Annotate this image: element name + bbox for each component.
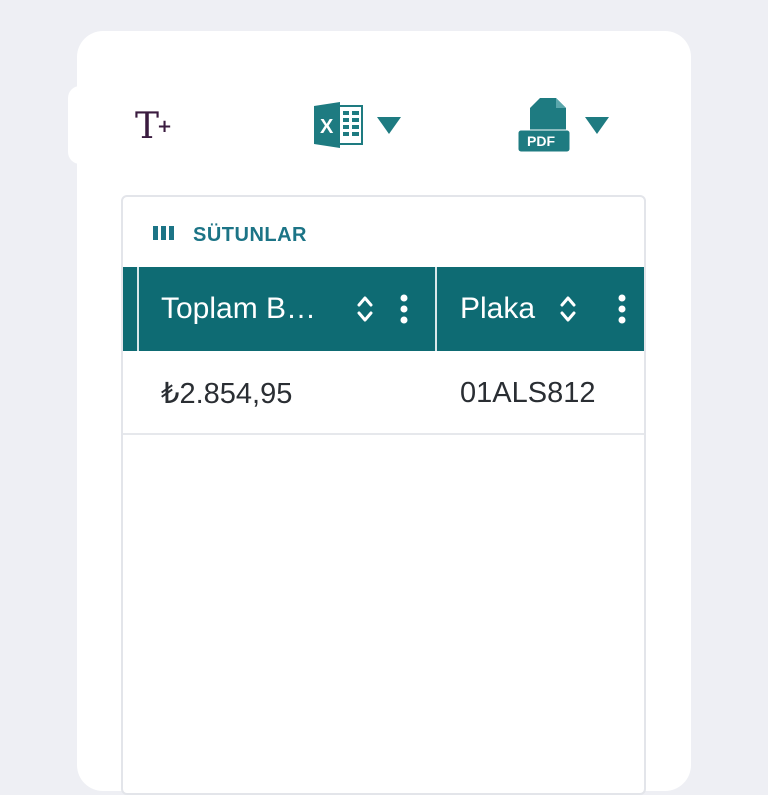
excel-icon: X xyxy=(312,98,366,157)
excel-letter: X xyxy=(320,116,334,138)
toolbar-background xyxy=(68,86,108,164)
columns-button-label: SÜTUNLAR xyxy=(193,224,307,246)
excel-export-button[interactable]: X xyxy=(312,98,402,157)
columns-icon xyxy=(153,225,175,246)
column-header-plaka[interactable]: Plaka xyxy=(460,267,644,351)
grid-header-row: Toplam B… Plaka xyxy=(123,267,644,351)
svg-text:+: + xyxy=(157,116,172,137)
text-size-plus-icon: T + xyxy=(135,104,175,149)
caret-down-icon[interactable] xyxy=(376,115,402,140)
column-header-label: Toplam B… xyxy=(161,292,317,325)
column-menu-icon[interactable] xyxy=(399,293,409,330)
data-grid: SÜTUNLAR Toplam B… Plaka ₺2.854,95 01ALS… xyxy=(121,195,646,795)
sort-icon[interactable] xyxy=(558,293,578,330)
column-header-label: Plaka xyxy=(460,292,536,325)
column-separator[interactable] xyxy=(137,267,139,351)
table-cell: 01ALS812 xyxy=(460,376,596,409)
pdf-label: PDF xyxy=(527,133,555,149)
svg-text:T: T xyxy=(135,106,159,144)
text-size-button[interactable]: T + xyxy=(135,104,175,149)
pdf-icon: PDF xyxy=(516,96,574,159)
table-cell: ₺2.854,95 xyxy=(161,377,293,410)
table-row[interactable]: ₺2.854,95 01ALS812 xyxy=(123,351,644,435)
column-separator[interactable] xyxy=(435,267,437,351)
caret-down-icon[interactable] xyxy=(584,115,610,140)
column-menu-icon[interactable] xyxy=(617,293,627,330)
columns-button[interactable]: SÜTUNLAR xyxy=(153,224,307,247)
column-header-toplam[interactable]: Toplam B… xyxy=(161,267,431,351)
pdf-export-button[interactable]: PDF xyxy=(516,96,610,159)
sort-icon[interactable] xyxy=(355,293,375,330)
